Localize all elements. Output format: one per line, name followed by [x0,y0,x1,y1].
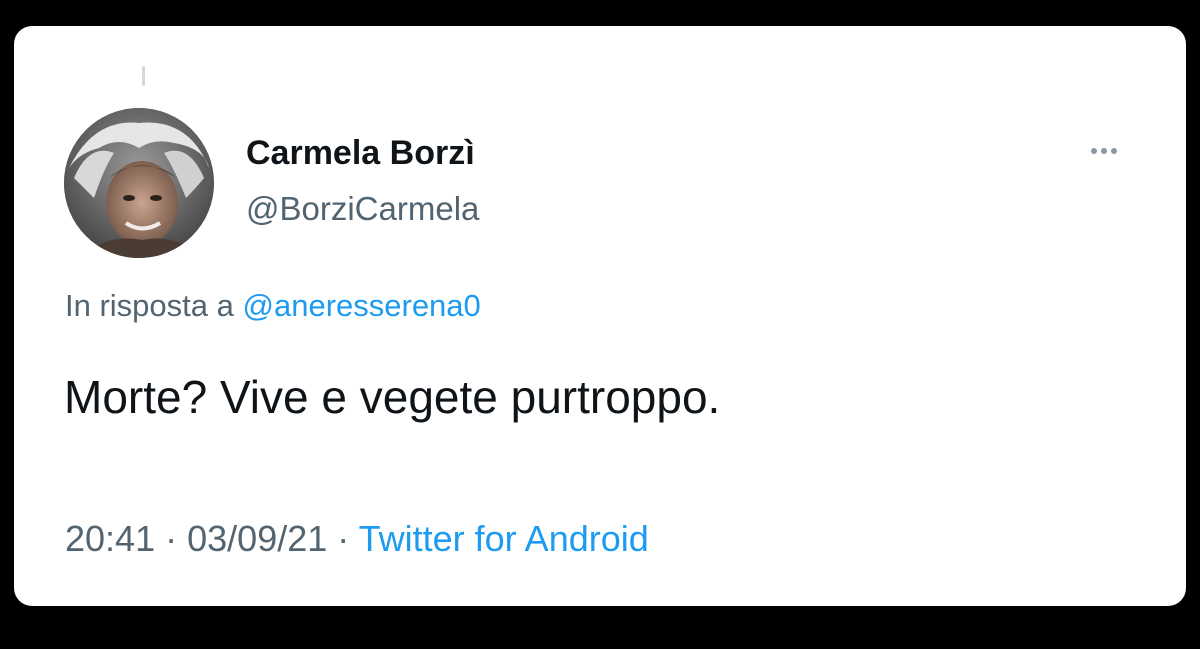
more-dot [1111,148,1117,154]
tweet-source-link[interactable]: Twitter for Android [359,518,649,559]
more-dot [1101,148,1107,154]
avatar-photo [64,108,214,258]
reply-mention-link[interactable]: @aneresserena0 [243,288,481,323]
author-name[interactable]: Carmela Borzì [246,134,475,173]
tweet-text: Morte? Vive e vegete purtroppo. [64,371,721,423]
tweet-card: Carmela Borzì @BorziCarmela In risposta … [14,26,1186,606]
tweet-metadata: 20:41 · 03/09/21 · Twitter for Android [65,518,649,560]
reply-context: In risposta a @aneresserena0 [65,288,481,324]
reply-prefix: In risposta a [65,288,234,323]
avatar[interactable] [64,108,214,258]
tweet-time[interactable]: 20:41 [65,518,155,559]
tweet-date[interactable]: 03/09/21 [187,518,327,559]
author-handle[interactable]: @BorziCarmela [246,190,479,228]
meta-separator: · [165,518,178,559]
meta-separator: · [337,518,350,559]
thread-connector-line [142,66,145,86]
more-horizontal-icon[interactable] [1082,136,1126,166]
more-dot [1091,148,1097,154]
screenshot-frame: Carmela Borzì @BorziCarmela In risposta … [0,0,1200,649]
